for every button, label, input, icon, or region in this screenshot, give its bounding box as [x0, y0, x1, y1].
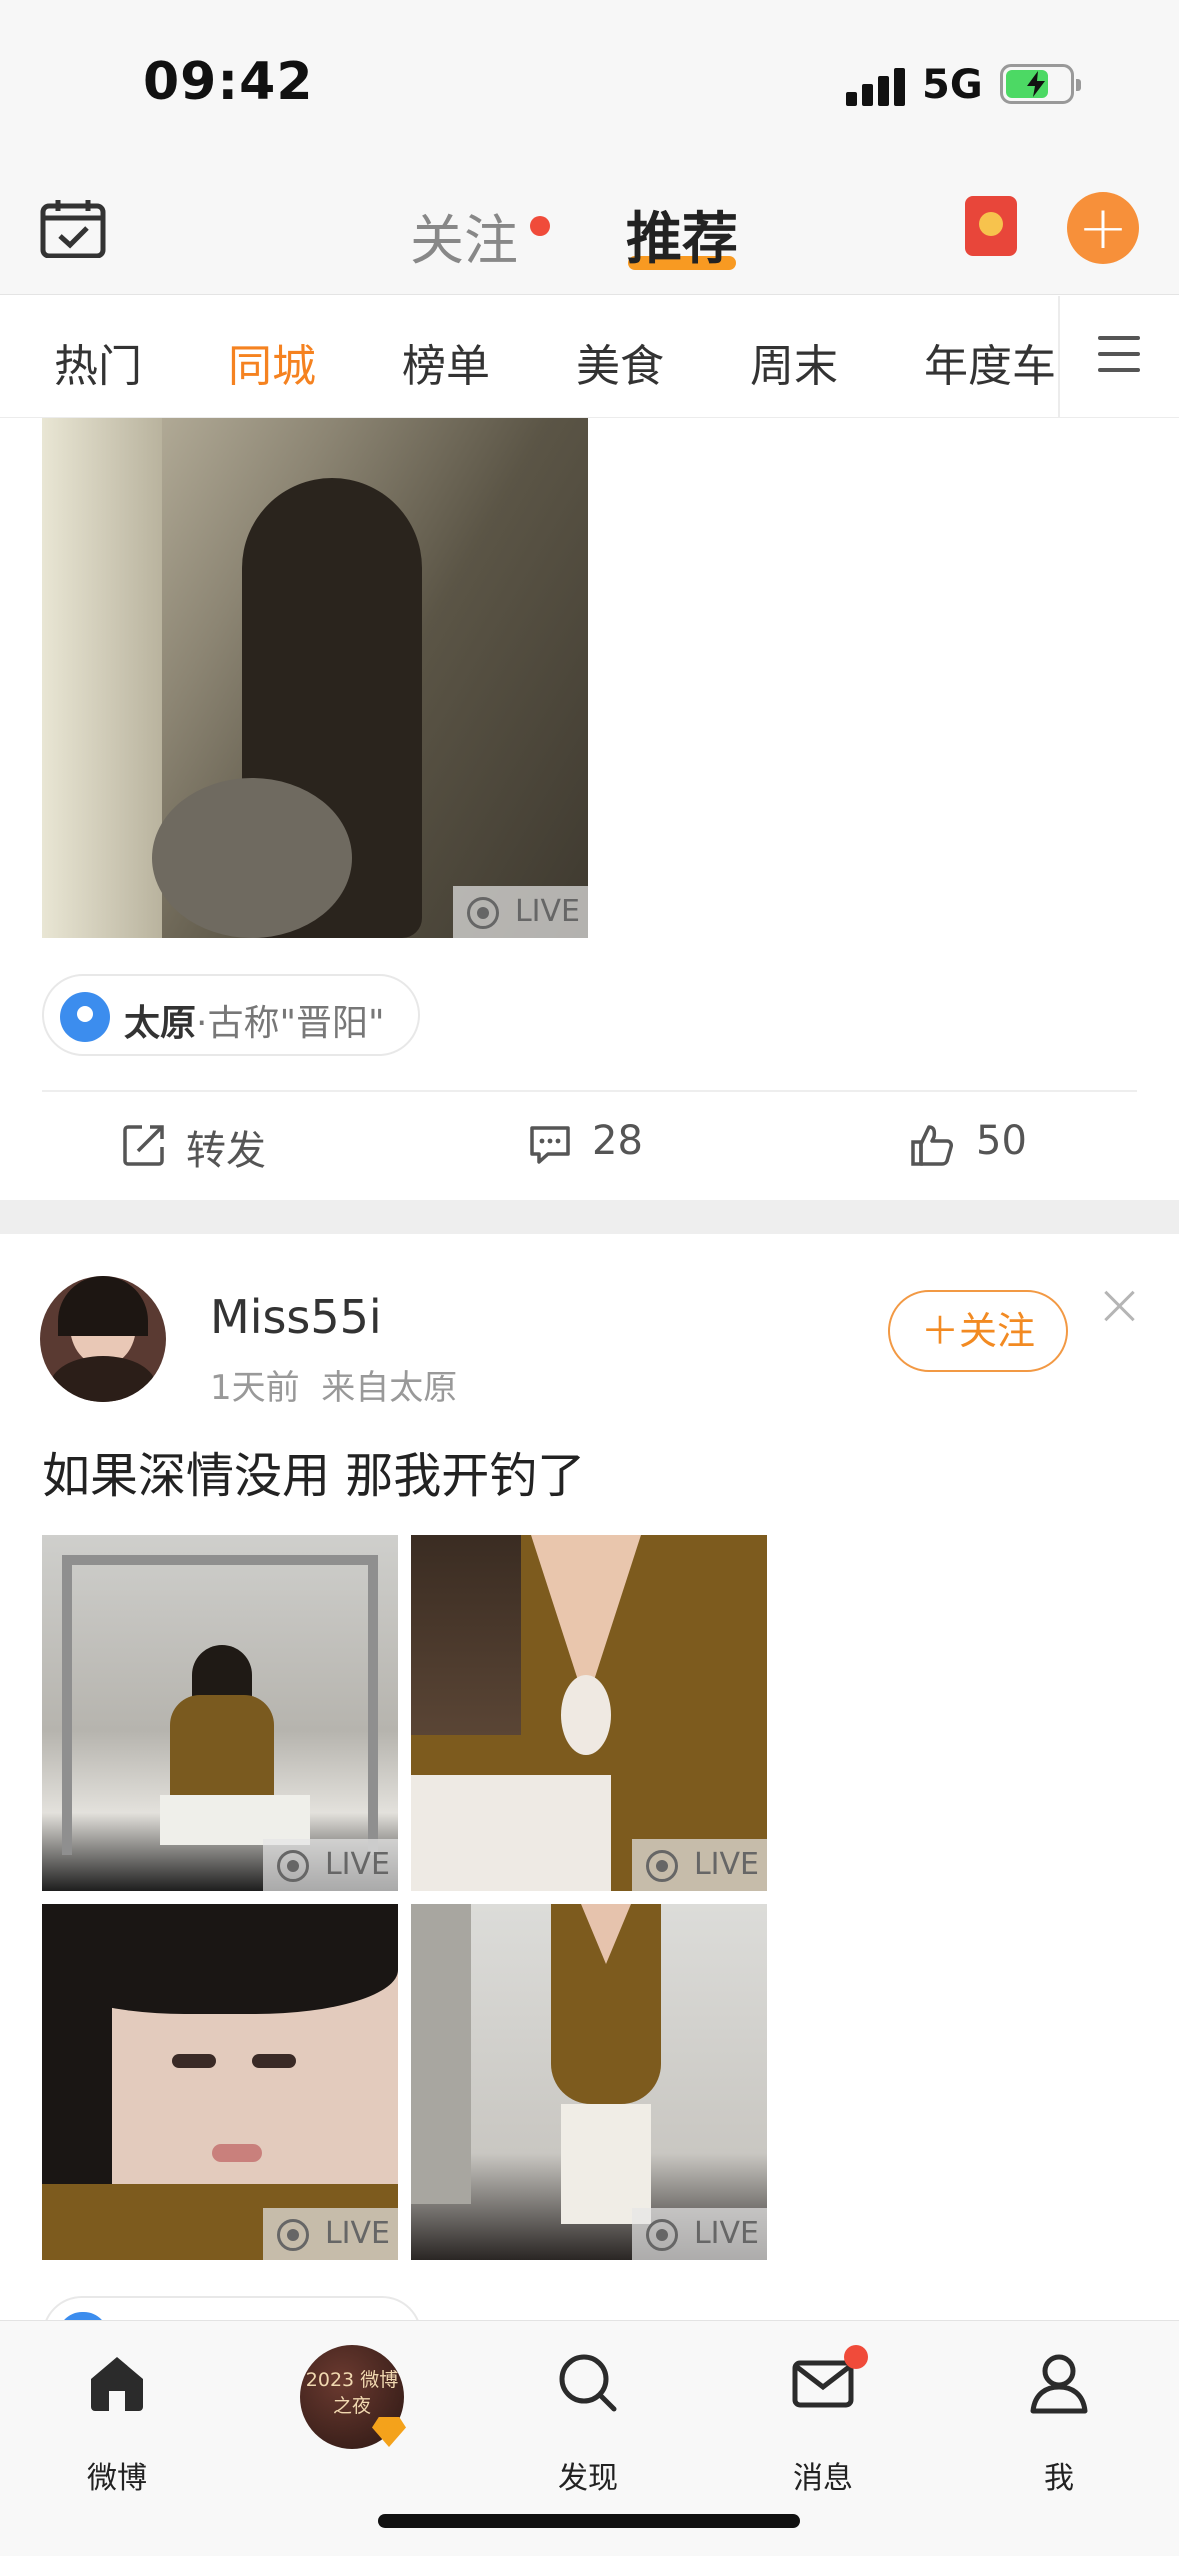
live-photo-badge: LIVE: [631, 1839, 767, 1891]
location-city: 太原: [124, 1003, 197, 1044]
signal-icon: [846, 66, 906, 106]
location-pin-icon: [60, 992, 110, 1042]
category-divider: [1058, 296, 1060, 418]
top-navigation: 关注 推荐 +: [0, 160, 1179, 295]
tab-messages-label: 消息: [793, 2461, 853, 2496]
category-local[interactable]: 同城: [228, 330, 316, 394]
live-photo-badge: LIVE: [262, 2208, 398, 2260]
category-bar: 热门 同城 榜单 美食 周末 年度车: [0, 296, 1179, 418]
post-photo-2[interactable]: LIVE: [411, 1535, 767, 1891]
repost-icon[interactable]: [122, 1123, 166, 1167]
post-photo[interactable]: LIVE: [42, 418, 588, 938]
weibo-night-2023-badge[interactable]: 2023 微博之夜: [300, 2345, 406, 2449]
tab-profile-label: 我: [1044, 2461, 1074, 2496]
post-username[interactable]: Miss55i: [210, 1290, 382, 1344]
post-photo-4[interactable]: LIVE: [411, 1904, 767, 2260]
post-text[interactable]: 如果深情没用 那我开钓了: [42, 1436, 585, 1506]
tab-home-label: 微博: [87, 2461, 147, 2496]
profile-icon: [1030, 2354, 1088, 2414]
category-food[interactable]: 美食: [576, 330, 664, 394]
post-time: 1天前: [210, 1368, 300, 1408]
compose-button[interactable]: +: [1067, 192, 1139, 264]
post-photo-1[interactable]: LIVE: [42, 1535, 398, 1891]
post-source: 来自太原: [321, 1368, 458, 1408]
comment-count[interactable]: 28: [592, 1118, 643, 1164]
category-annual-car[interactable]: 年度车: [924, 330, 1058, 394]
action-divider: [42, 1090, 1137, 1092]
location-tag[interactable]: 太原·古称"晋阳": [42, 974, 420, 1056]
red-packet-icon[interactable]: [965, 196, 1017, 256]
search-icon: [559, 2354, 617, 2412]
follow-notification-dot: [530, 216, 550, 236]
live-photo-badge: LIVE: [262, 1839, 398, 1891]
live-photo-badge: LIVE: [452, 886, 588, 938]
follow-button[interactable]: ＋关注: [888, 1290, 1068, 1372]
live-photo-badge: LIVE: [631, 2208, 767, 2260]
repost-button[interactable]: 转发: [186, 1118, 266, 1176]
diamond-icon: [372, 2417, 406, 2447]
calendar-check-icon[interactable]: [40, 198, 106, 258]
category-menu-icon[interactable]: [1098, 336, 1140, 372]
status-time: 09:42: [143, 52, 314, 112]
home-icon: [91, 2357, 143, 2411]
message-notification-dot: [844, 2345, 868, 2369]
tab-discover-label: 发现: [558, 2461, 618, 2496]
category-weekend[interactable]: 周末: [750, 330, 838, 394]
category-hot[interactable]: 热门: [54, 330, 142, 394]
like-count[interactable]: 50: [976, 1118, 1027, 1164]
status-bar: 09:42 5G: [0, 0, 1179, 160]
post-separator: [0, 1200, 1179, 1234]
network-type: 5G: [922, 62, 983, 108]
close-icon[interactable]: [1102, 1288, 1138, 1324]
comment-icon[interactable]: [528, 1123, 572, 1167]
tab-follow[interactable]: 关注: [410, 196, 518, 275]
tab-recommend[interactable]: 推荐: [626, 194, 738, 275]
battery-icon: [1000, 64, 1081, 104]
home-indicator[interactable]: [378, 2514, 800, 2528]
location-description: 古称"晋阳": [207, 1003, 385, 1044]
post-meta: 1天前 来自太原: [210, 1360, 457, 1409]
post-photo-3[interactable]: LIVE: [42, 1904, 398, 2260]
like-icon[interactable]: [910, 1123, 954, 1167]
avatar[interactable]: [40, 1276, 166, 1402]
category-rankings[interactable]: 榜单: [402, 330, 490, 394]
